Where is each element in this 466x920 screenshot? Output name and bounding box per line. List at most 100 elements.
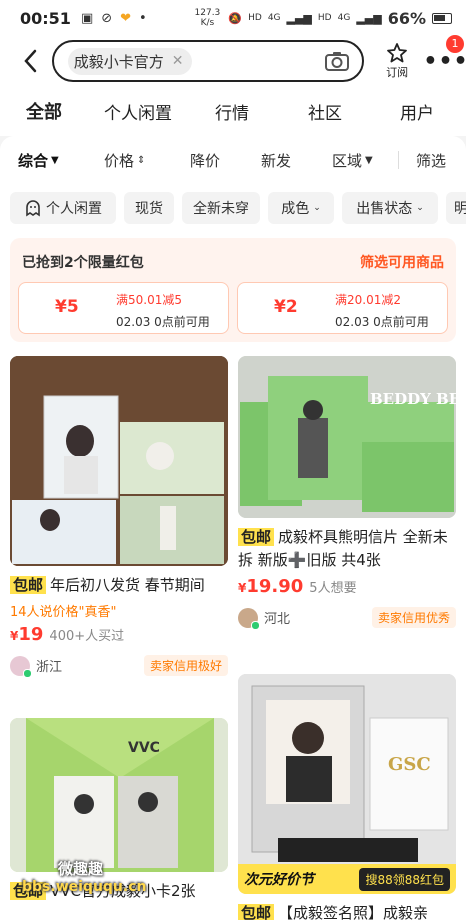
seller-location: 河北: [264, 612, 291, 627]
subscribe-label: 订阅: [386, 66, 409, 79]
chip-in-stock[interactable]: 现货: [124, 192, 174, 224]
promo-banner-cta: 搜88领88红包: [359, 867, 450, 891]
image-brand-text: GSC: [388, 754, 431, 775]
seller-row[interactable]: 浙江 卖家信用极好: [10, 655, 228, 678]
dot-icon: •: [139, 10, 147, 26]
sort-price-drop[interactable]: 降价: [190, 150, 220, 171]
seller-row[interactable]: 河北 卖家信用优秀: [238, 607, 456, 630]
mute-icon: 🔕: [228, 11, 243, 25]
product-photo: [10, 356, 228, 566]
sort-comprehensive-label: 综合: [18, 151, 49, 170]
search-query-chip[interactable]: 成毅小卡官方 ✕: [67, 47, 192, 75]
coupon-expiry: 02.03 0点前可用: [116, 315, 210, 329]
product-image[interactable]: BEDDY BEAR: [238, 356, 456, 518]
signal-icon: ▂▄▆: [286, 11, 312, 25]
chip-brand-new[interactable]: 全新未穿: [182, 192, 260, 224]
coupon-card[interactable]: ¥2 满20.01减2 02.03 0点前可用: [237, 282, 448, 334]
status-bar: 00:51 ▣ ⊘ ❤ • 127.3 K/s 🔕 HD 4G ▂▄▆ HD 4…: [0, 0, 466, 36]
product-image[interactable]: [10, 356, 228, 566]
sort-price-label: 价格: [104, 151, 135, 170]
coupon-panel: 已抢到2个限量红包 筛选可用商品 ¥5 满50.01减5 02.03 0点前可用…: [10, 238, 456, 342]
notification-badge: 1: [446, 34, 464, 53]
net-type-3: HD: [317, 13, 332, 23]
product-title: 包邮 成毅杯具熊明信片 全新未拆 新版➕旧版 共4张: [238, 526, 456, 572]
net-type-1: HD: [248, 13, 262, 23]
product-photo: GSC: [238, 674, 456, 864]
sort-arrows-icon: ⇕: [137, 154, 146, 166]
coupon-expiry: 02.03 0点前可用: [335, 315, 429, 329]
tab-all[interactable]: 全部: [26, 98, 62, 124]
filter-usable-link[interactable]: 筛选可用商品: [360, 252, 444, 272]
free-shipping-tag: 包邮: [10, 576, 47, 594]
product-price: ¥19.90: [238, 576, 304, 597]
chip-personal-idle[interactable]: 个人闲置: [10, 192, 116, 224]
heart-icon: ❤: [120, 10, 132, 26]
sort-price[interactable]: 价格 ⇕: [104, 150, 145, 171]
chip-partial[interactable]: 明: [446, 192, 466, 224]
search-input[interactable]: 成毅小卡官方 ✕: [51, 40, 365, 82]
chevron-down-icon: ⌄: [416, 203, 424, 213]
tab-users[interactable]: 用户: [400, 99, 434, 124]
promo-banner[interactable]: 次元好价节 搜88领88红包: [238, 864, 456, 894]
sort-new[interactable]: 新发: [261, 150, 291, 171]
watermark-text: 微趣趣: [58, 860, 104, 878]
sort-new-label: 新发: [261, 151, 292, 170]
chevron-left-icon: [24, 49, 37, 73]
product-price-value: 19.90: [246, 576, 304, 597]
chip-in-stock-label: 现货: [135, 201, 163, 217]
product-card[interactable]: BEDDY BEAR 包邮成毅杯具熊明信片 全新未拆 新版➕旧版 共4张 ¥19…: [238, 356, 456, 630]
product-image[interactable]: GSC 次元好价节 搜88领88红包: [238, 674, 456, 894]
product-title-text: 年后初八发货 春节期间: [50, 576, 205, 594]
want-count: 5人想要: [309, 581, 357, 596]
promo-banner-title: 次元好价节: [244, 872, 314, 888]
chip-sale-status[interactable]: 出售状态 ⌄: [342, 192, 438, 224]
image-brand-text: BEDDY BEAR: [370, 390, 456, 408]
back-button[interactable]: [10, 41, 50, 81]
category-tabs: 全部 个人闲置 行情 社区 用户: [0, 86, 466, 136]
tab-market[interactable]: 行情: [215, 99, 249, 124]
ban-icon: ⊘: [101, 10, 113, 26]
clear-query-icon[interactable]: ✕: [172, 53, 184, 69]
tab-personal-idle[interactable]: 个人闲置: [104, 99, 172, 124]
avatar: [238, 607, 260, 630]
price-row: ¥19.90 5人想要: [238, 576, 456, 597]
signal-icon-2: ▂▄▆: [356, 11, 382, 25]
free-shipping-tag: 包邮: [238, 904, 275, 920]
product-image[interactable]: VVC: [10, 718, 228, 872]
chip-condition[interactable]: 成色 ⌄: [268, 192, 334, 224]
product-title: 包邮 【成毅签名照】成毅亲: [238, 902, 456, 920]
chip-brand-new-label: 全新未穿: [193, 201, 249, 217]
avatar: [10, 655, 32, 678]
price-feedback: 14人说价格"真香": [10, 605, 117, 620]
filter-button[interactable]: 筛选: [416, 150, 446, 171]
coupon-card[interactable]: ¥5 满50.01减5 02.03 0点前可用: [18, 282, 229, 334]
more-button[interactable]: ••• 1: [423, 34, 466, 74]
results-panel: 综合 ▼ 价格 ⇕ 降价 新发 区域 ▼ 筛选 个人闲置 现货 全新未穿 成色 ⌄ 出售…: [0, 136, 466, 920]
watermark: 微趣趣 bbs.weiququ.cn: [22, 858, 146, 895]
coupon-condition: 满50.01减5: [116, 293, 182, 307]
product-card[interactable]: GSC 次元好价节 搜88领88红包 包邮 【成毅签名照】成毅亲: [238, 674, 456, 920]
divider: [398, 151, 399, 169]
product-title: 包邮 年后初八发货 春节期间: [10, 574, 228, 597]
coupon-amount: ¥5: [55, 297, 79, 317]
coupon-condition: 满20.01减2: [335, 293, 401, 307]
product-title-text: 【成毅签名照】成毅亲: [278, 904, 429, 920]
star-icon: [387, 43, 408, 63]
header: 成毅小卡官方 ✕ 订阅 ••• 1: [0, 34, 466, 86]
tab-community[interactable]: 社区: [308, 99, 342, 124]
image-brand-text: VVC: [128, 740, 160, 756]
chip-partial-label: 明: [454, 201, 466, 217]
sort-comprehensive[interactable]: 综合 ▼: [18, 150, 59, 171]
sort-region[interactable]: 区域 ▼: [332, 150, 373, 171]
image-icon: ▣: [80, 10, 94, 26]
seller-location: 浙江: [36, 660, 63, 675]
search-query-text: 成毅小卡官方: [73, 52, 164, 71]
free-shipping-tag: 包邮: [238, 528, 275, 546]
camera-icon[interactable]: [324, 50, 350, 72]
product-card[interactable]: 包邮 年后初八发货 春节期间 14人说价格"真香" ¥19 400+人买过 浙江 …: [10, 356, 228, 678]
coupon-title: 已抢到2个限量红包: [22, 255, 144, 271]
sort-price-drop-label: 降价: [190, 151, 221, 170]
subscribe-button[interactable]: 订阅: [372, 42, 422, 80]
notification-icons: ▣ ⊘ ❤ •: [81, 11, 147, 26]
chip-personal-idle-label: 个人闲置: [46, 201, 102, 217]
